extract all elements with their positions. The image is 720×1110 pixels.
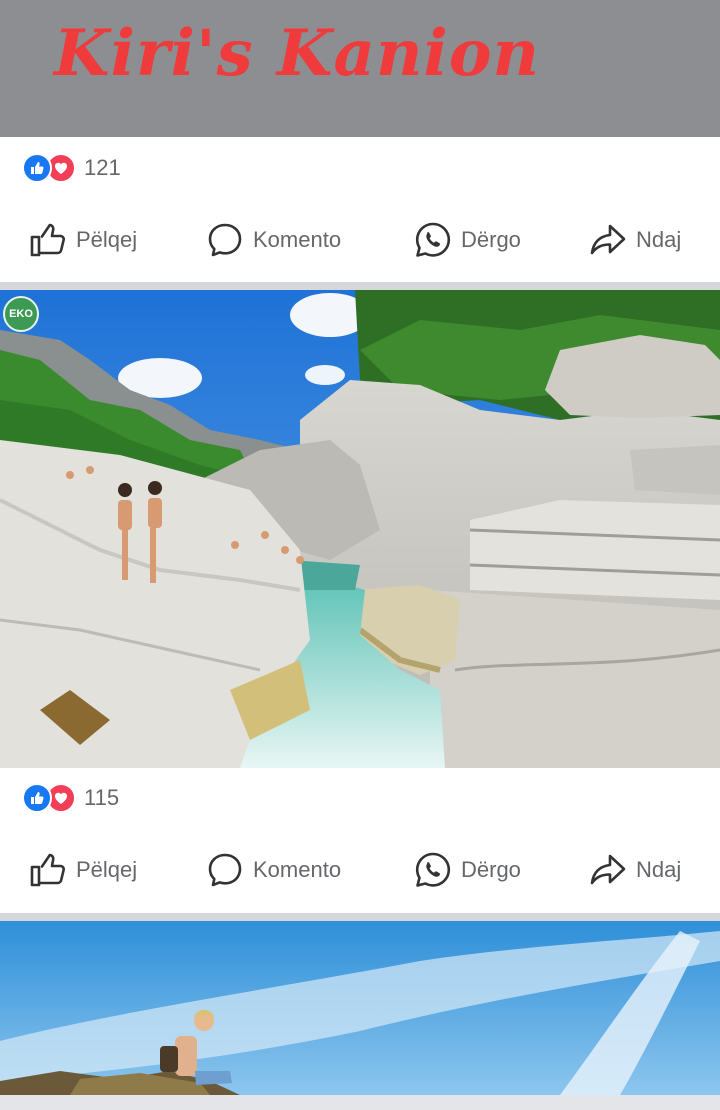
page-header: Kiri's Kanion bbox=[0, 0, 720, 137]
post-footer-2: 115 Pëlqej Komento Dërgo Ndaj bbox=[0, 768, 720, 913]
comment-bubble-icon bbox=[205, 850, 253, 890]
like-label: Pëlqej bbox=[76, 227, 138, 252]
reaction-summary[interactable]: 115 bbox=[22, 782, 119, 814]
like-reaction-icon bbox=[22, 153, 52, 183]
post-photo-canyon[interactable]: EKO bbox=[0, 290, 720, 768]
thumbs-up-icon bbox=[28, 850, 76, 890]
post-divider bbox=[0, 282, 720, 290]
whatsapp-icon bbox=[413, 850, 461, 890]
post-photo-hiker[interactable] bbox=[0, 921, 720, 1095]
post-actions: Pëlqej Komento Dërgo Ndaj bbox=[0, 846, 720, 894]
like-button[interactable]: Pëlqej bbox=[28, 216, 137, 264]
comment-button[interactable]: Komento bbox=[205, 216, 341, 264]
share-arrow-icon bbox=[588, 220, 636, 260]
send-label: Dërgo bbox=[461, 227, 521, 252]
reaction-summary[interactable]: 121 bbox=[22, 152, 121, 184]
like-button[interactable]: Pëlqej bbox=[28, 846, 137, 894]
hiker-photo bbox=[0, 921, 720, 1095]
page-title: Kiri's Kanion bbox=[54, 16, 541, 91]
share-button[interactable]: Ndaj bbox=[588, 216, 681, 264]
whatsapp-icon bbox=[413, 220, 461, 260]
share-label: Ndaj bbox=[636, 857, 682, 882]
comment-label: Komento bbox=[253, 227, 342, 252]
post-divider bbox=[0, 913, 720, 921]
thumbs-up-icon bbox=[28, 220, 76, 260]
comment-button[interactable]: Komento bbox=[205, 846, 341, 894]
like-reaction-icon bbox=[22, 783, 52, 813]
share-button[interactable]: Ndaj bbox=[588, 846, 681, 894]
post-footer-1: 121 Pëlqej Komento Dërgo Ndaj bbox=[0, 137, 720, 282]
canyon-photo bbox=[0, 290, 720, 768]
reaction-count: 115 bbox=[84, 785, 120, 810]
send-button[interactable]: Dërgo bbox=[413, 846, 521, 894]
post-actions: Pëlqej Komento Dërgo Ndaj bbox=[0, 216, 720, 264]
comment-label: Komento bbox=[253, 857, 342, 882]
share-label: Ndaj bbox=[636, 227, 682, 252]
like-label: Pëlqej bbox=[76, 857, 138, 882]
comment-bubble-icon bbox=[205, 220, 253, 260]
share-arrow-icon bbox=[588, 850, 636, 890]
send-label: Dërgo bbox=[461, 857, 521, 882]
send-button[interactable]: Dërgo bbox=[413, 216, 521, 264]
reaction-count: 121 bbox=[84, 155, 121, 180]
post-divider bbox=[0, 1095, 720, 1110]
eko-badge-logo: EKO bbox=[3, 296, 39, 332]
